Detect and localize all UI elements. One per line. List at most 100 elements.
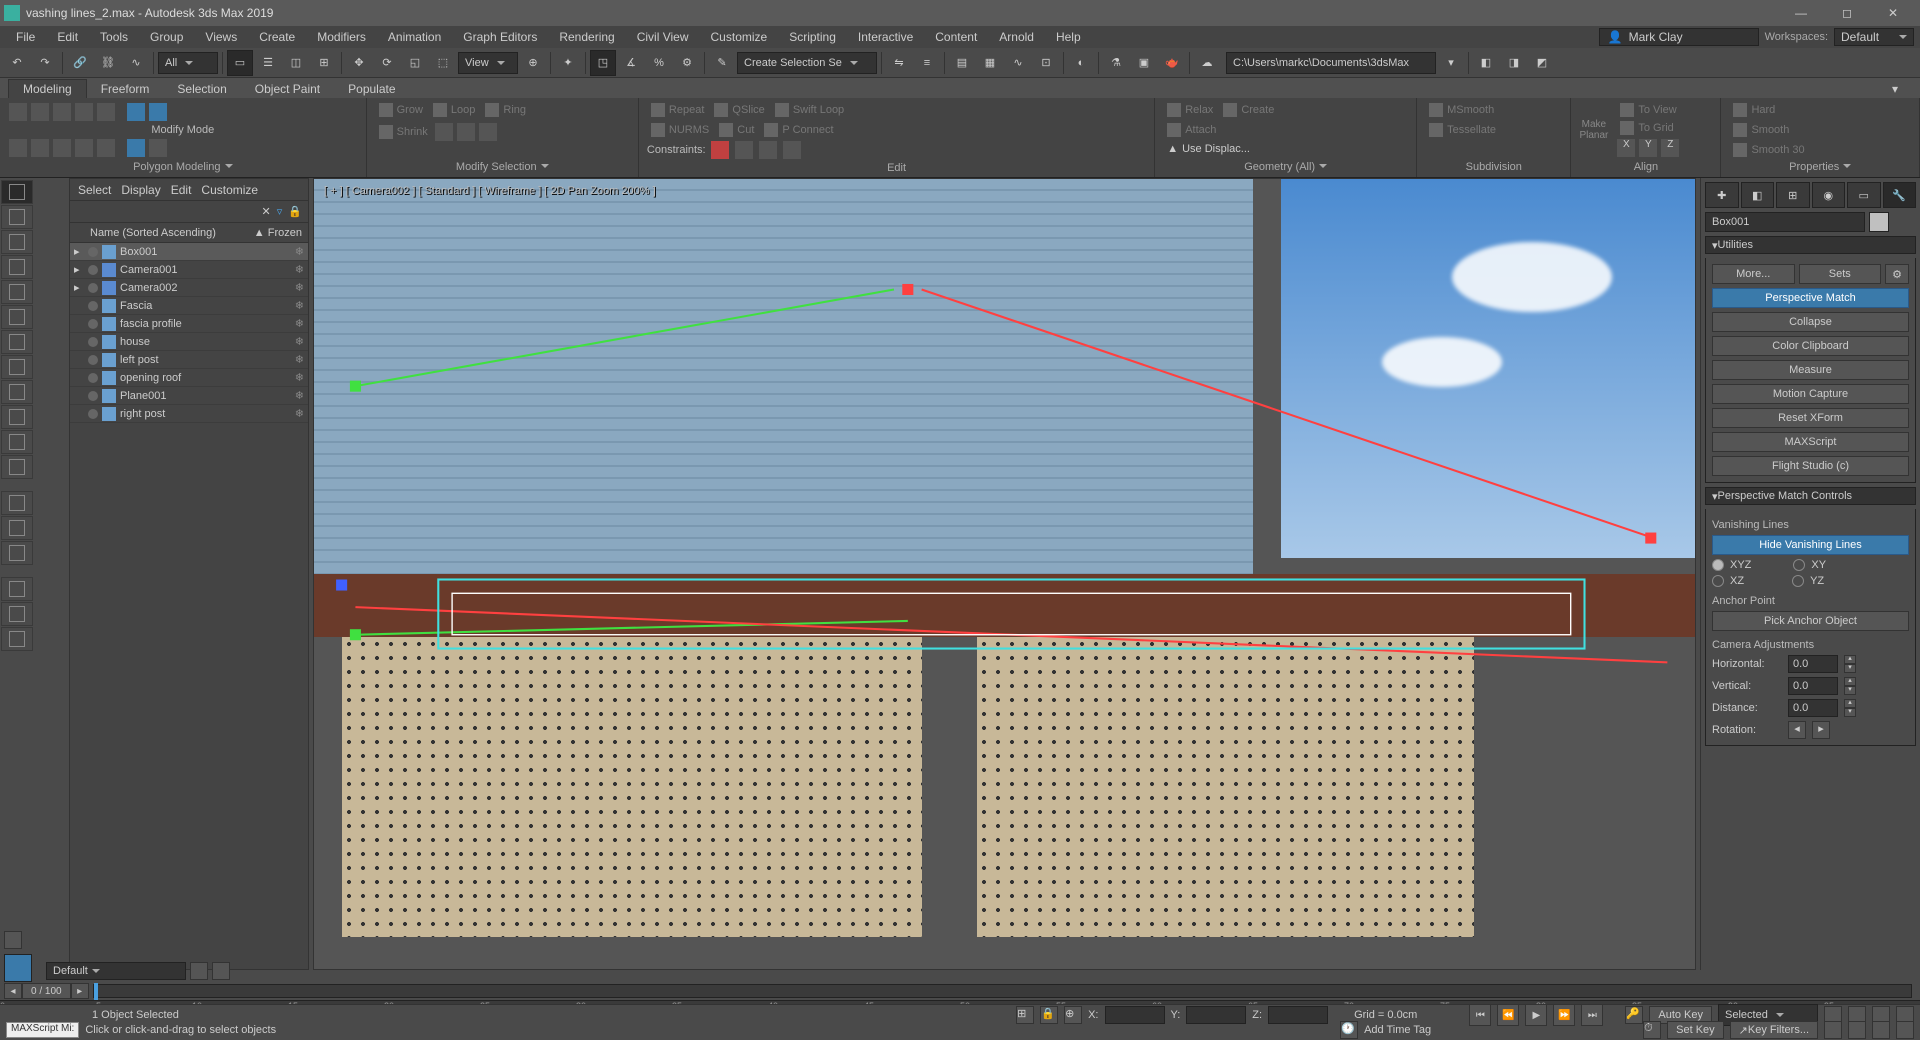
- modsel-extra3[interactable]: [478, 122, 498, 142]
- left-btn9[interactable]: [1, 380, 33, 404]
- toggle-ribbon-button[interactable]: ▦: [977, 50, 1003, 76]
- angle-snap[interactable]: ∡: [618, 50, 644, 76]
- menu-tools[interactable]: Tools: [90, 28, 138, 46]
- swiftloop-button[interactable]: Swift Loop: [771, 102, 848, 118]
- tb-extra1[interactable]: ◧: [1473, 50, 1499, 76]
- subobj-vertex[interactable]: [8, 102, 28, 122]
- menu-animation[interactable]: Animation: [378, 28, 451, 46]
- named-selection-dropdown[interactable]: Create Selection Se: [737, 52, 877, 74]
- measure-button[interactable]: Measure: [1712, 360, 1909, 380]
- loop-button[interactable]: Loop: [429, 102, 479, 118]
- scene-lock-icon[interactable]: 🔒: [288, 205, 302, 218]
- layer-dropdown[interactable]: Default: [46, 962, 186, 980]
- object-color-swatch[interactable]: [1869, 212, 1889, 232]
- frozen-icon[interactable]: ❄: [295, 389, 304, 402]
- relax-button[interactable]: Relax: [1163, 102, 1217, 118]
- frozen-icon[interactable]: ❄: [295, 299, 304, 312]
- tb-extra2[interactable]: ◨: [1501, 50, 1527, 76]
- undo-button[interactable]: ↶: [4, 50, 30, 76]
- scene-tab-select[interactable]: Select: [78, 183, 111, 197]
- make-planar-button[interactable]: Make Planar: [1579, 119, 1608, 141]
- link-button[interactable]: 🔗: [67, 50, 93, 76]
- use-displacement-button[interactable]: ▲ Use Displac...: [1163, 142, 1254, 156]
- menu-help[interactable]: Help: [1046, 28, 1091, 46]
- cp-modify-tab[interactable]: ◧: [1741, 182, 1775, 208]
- polymod-btn4[interactable]: [74, 138, 94, 158]
- mirror-button[interactable]: ⇋: [886, 50, 912, 76]
- timeslider-track[interactable]: [93, 984, 1912, 998]
- more-button[interactable]: More...: [1712, 264, 1795, 284]
- cp-motion-tab[interactable]: ◉: [1812, 182, 1846, 208]
- constraint-face[interactable]: [758, 140, 778, 160]
- ribbon-tab-selection[interactable]: Selection: [163, 80, 240, 98]
- frozen-icon[interactable]: ❄: [295, 371, 304, 384]
- horiz-dn[interactable]: ▾: [1844, 664, 1856, 673]
- workspace-dropdown[interactable]: Default: [1834, 28, 1914, 46]
- menu-edit[interactable]: Edit: [47, 28, 88, 46]
- rotate-button[interactable]: ⟳: [374, 50, 400, 76]
- constraint-edge[interactable]: [734, 140, 754, 160]
- ribbon-tab-populate[interactable]: Populate: [334, 80, 409, 98]
- ribbon-collapse-button[interactable]: ▾: [1878, 80, 1912, 98]
- maxscript-button[interactable]: MAXScript: [1712, 432, 1909, 452]
- percent-snap[interactable]: %: [646, 50, 672, 76]
- left-btn12[interactable]: [1, 455, 33, 479]
- menu-create[interactable]: Create: [249, 28, 305, 46]
- radio-yz[interactable]: [1792, 575, 1804, 587]
- left-btn11[interactable]: [1, 430, 33, 454]
- menu-modifiers[interactable]: Modifiers: [307, 28, 376, 46]
- scene-col-name[interactable]: Name (Sorted Ascending): [90, 227, 254, 239]
- close-button[interactable]: ✕: [1870, 0, 1916, 26]
- modsel-extra1[interactable]: [434, 122, 454, 142]
- layer-explorer-button[interactable]: ▤: [949, 50, 975, 76]
- align-z[interactable]: Z: [1660, 138, 1680, 158]
- menu-interactive[interactable]: Interactive: [848, 28, 923, 46]
- toview-button[interactable]: To View: [1616, 102, 1680, 118]
- unlink-button[interactable]: ⛓: [95, 50, 121, 76]
- select-object-button[interactable]: ▭: [227, 50, 253, 76]
- motion-capture-button[interactable]: Motion Capture: [1712, 384, 1909, 404]
- preview-toggle-c[interactable]: [126, 138, 146, 158]
- group-polymodeling[interactable]: Polygon Modeling: [8, 159, 358, 173]
- horiz-spinner[interactable]: 0.0: [1788, 655, 1838, 673]
- timeslider-prev[interactable]: ◂: [4, 983, 22, 999]
- rollout-utilities[interactable]: ▾ Utilities: [1705, 236, 1916, 254]
- subobj-poly[interactable]: [74, 102, 94, 122]
- ref-coord-dropdown[interactable]: View: [458, 52, 518, 74]
- viewport[interactable]: [ + ] [ Camera002 ] [ Standard ] [ Wiref…: [313, 178, 1696, 970]
- create-button[interactable]: Create: [1219, 102, 1278, 118]
- menu-civilview[interactable]: Civil View: [627, 28, 699, 46]
- smooth30-button[interactable]: Smooth 30: [1729, 142, 1808, 158]
- select-name-button[interactable]: ☰: [255, 50, 281, 76]
- radio-xy[interactable]: [1793, 559, 1805, 571]
- vert-spinner[interactable]: 0.0: [1788, 677, 1838, 695]
- cp-utilities-tab[interactable]: 🔧: [1883, 182, 1917, 208]
- scene-item-camera002[interactable]: ▸Camera002❄: [70, 279, 308, 297]
- preview-toggle-b[interactable]: [148, 102, 168, 122]
- left-btn15[interactable]: [1, 541, 33, 565]
- left-btn17[interactable]: [1, 602, 33, 626]
- collapse-button[interactable]: Collapse: [1712, 312, 1909, 332]
- timeslider-thumb[interactable]: [94, 983, 98, 1001]
- frozen-icon[interactable]: ❄: [295, 353, 304, 366]
- scene-item-camera001[interactable]: ▸Camera001❄: [70, 261, 308, 279]
- placement-button[interactable]: ⬚: [430, 50, 456, 76]
- timeslider-value[interactable]: 0 / 100: [22, 983, 71, 999]
- material-editor-button[interactable]: ◐: [1068, 50, 1094, 76]
- scene-close-icon[interactable]: ✕: [262, 205, 271, 218]
- smooth-button[interactable]: Smooth: [1729, 122, 1793, 138]
- nav-8[interactable]: [1896, 1021, 1914, 1039]
- reset-xform-button[interactable]: Reset XForm: [1712, 408, 1909, 428]
- curve-editor-button[interactable]: ∿: [1005, 50, 1031, 76]
- layer-btn1[interactable]: [190, 962, 208, 980]
- spinner-snap[interactable]: ⚙: [674, 50, 700, 76]
- left-btn13[interactable]: [1, 491, 33, 515]
- left-btn5[interactable]: [1, 280, 33, 304]
- open-autodesk-button[interactable]: ☁: [1194, 50, 1220, 76]
- left-btn7[interactable]: [1, 330, 33, 354]
- cp-create-tab[interactable]: ✚: [1705, 182, 1739, 208]
- manip-button[interactable]: ✦: [555, 50, 581, 76]
- tb-extra3[interactable]: ◩: [1529, 50, 1555, 76]
- qslice-button[interactable]: QSlice: [710, 102, 768, 118]
- scene-tab-customize[interactable]: Customize: [201, 183, 258, 197]
